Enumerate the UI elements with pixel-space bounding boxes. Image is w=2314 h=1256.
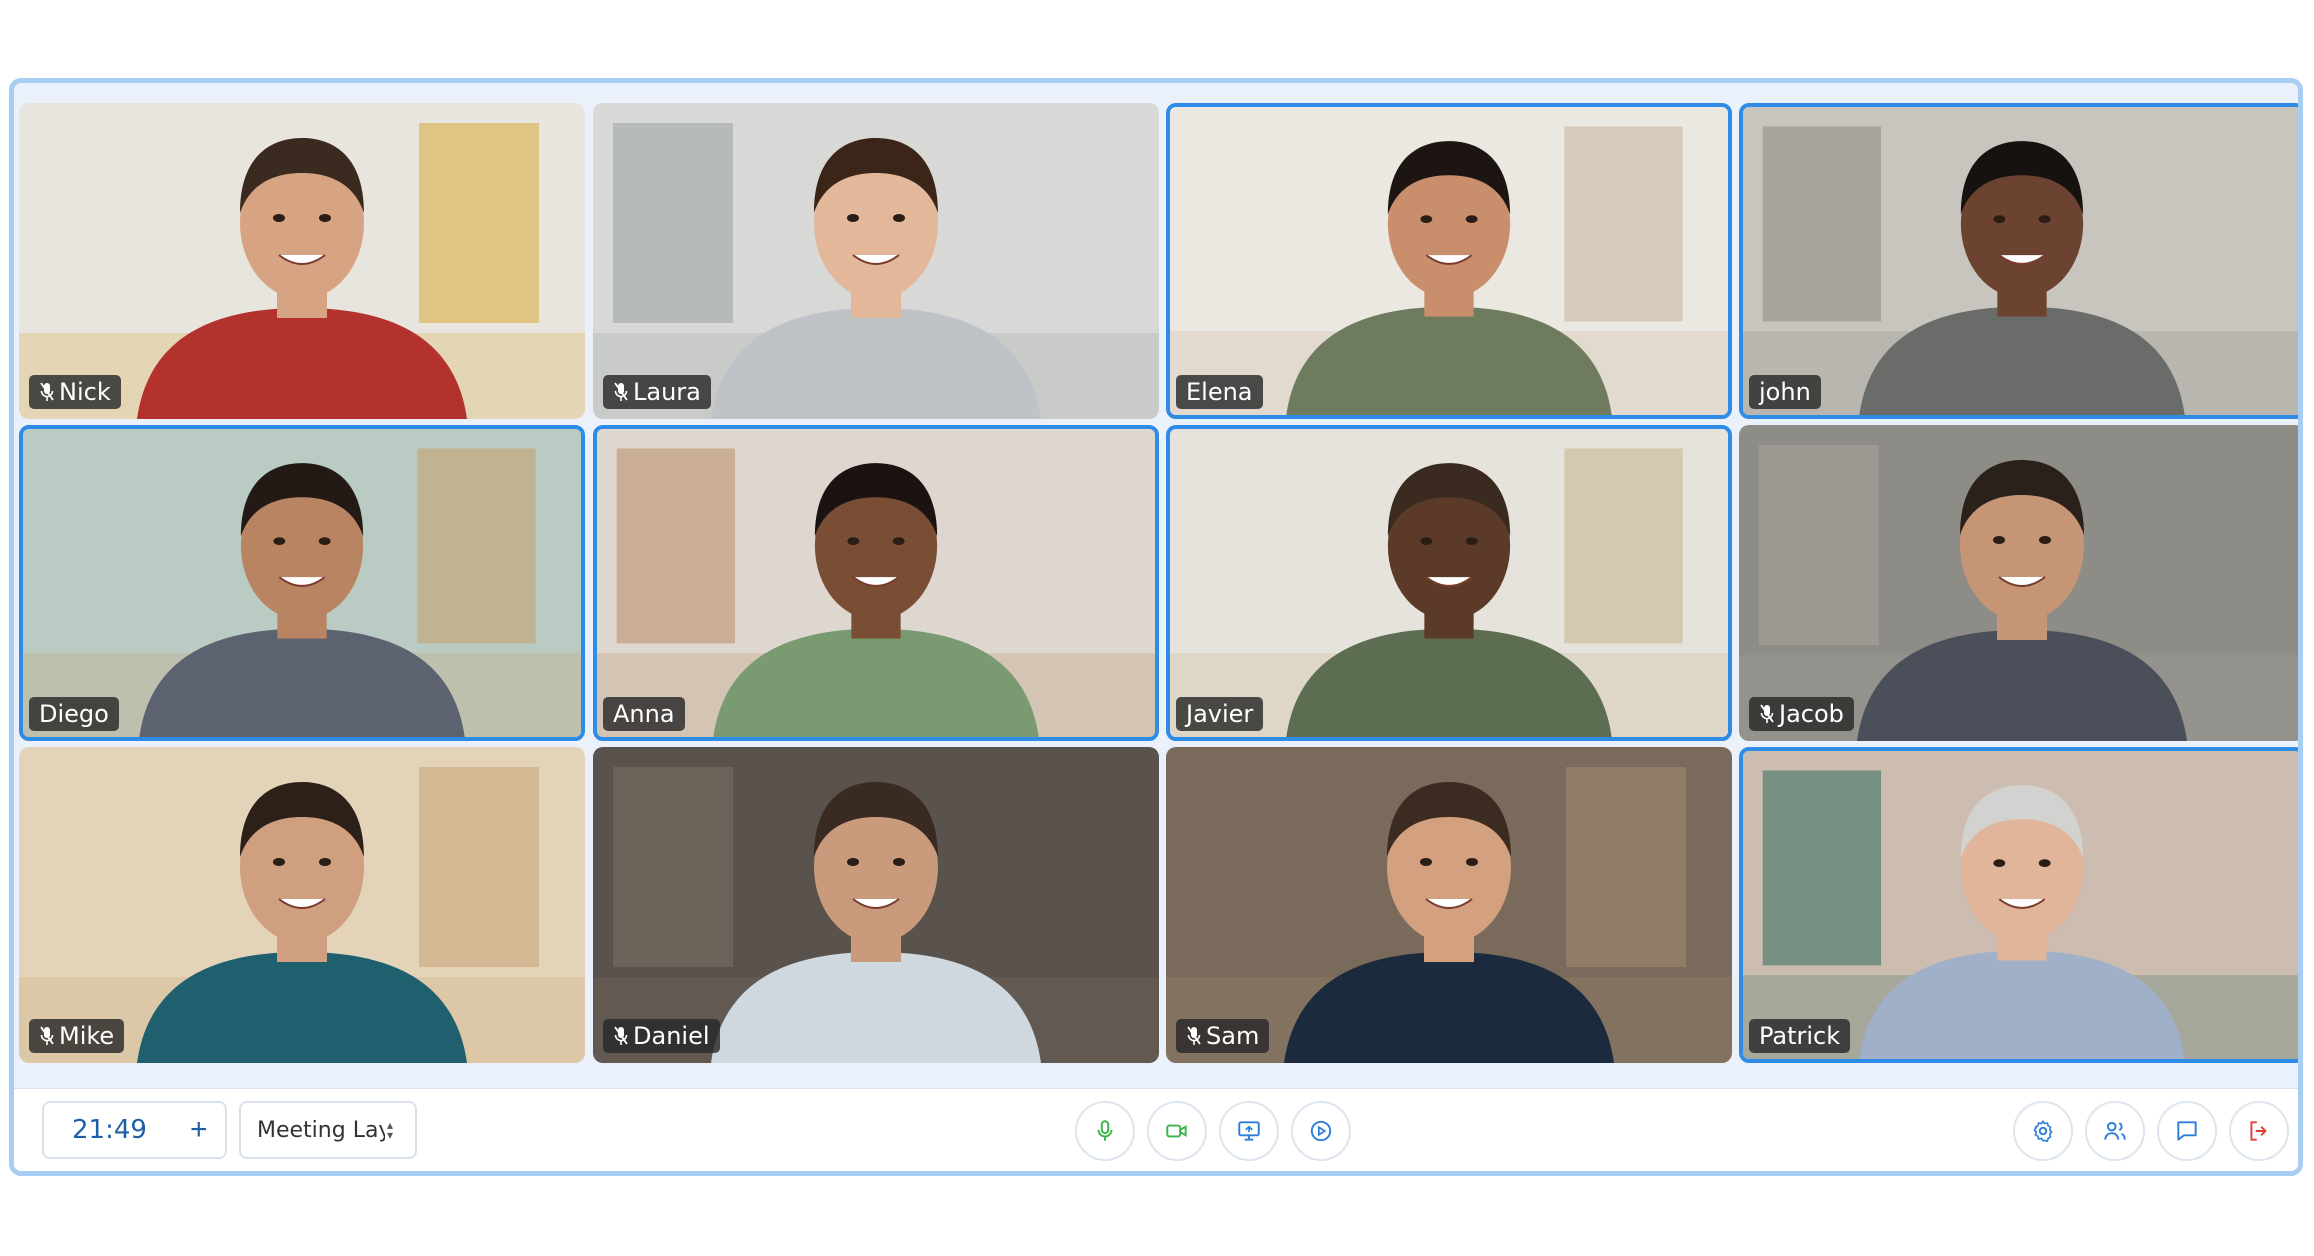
participant-name: Elena: [1186, 378, 1253, 406]
participant-video: [19, 747, 585, 1063]
participant-video: [1170, 107, 1728, 415]
chat-icon: [2177, 1121, 2197, 1141]
participant-tile[interactable]: Laura: [593, 103, 1159, 419]
muted-microphone-icon: [1760, 704, 1774, 723]
participant-tile[interactable]: Mike: [19, 747, 585, 1063]
participant-name-tag: Jacob: [1749, 697, 1854, 731]
participant-grid: Nick Laura Elena john Diego Anna Javier Jacob Mi…: [19, 103, 2298, 1067]
participant-name: Patrick: [1759, 1022, 1841, 1050]
participant-video: [593, 747, 1159, 1063]
timer-value: 21:49: [72, 1115, 147, 1145]
layout-select[interactable]: Meeting Layc ▴▾: [239, 1101, 417, 1159]
video-call-window: Nick Laura Elena john Diego Anna Javier Jacob Mi…: [9, 78, 2303, 1176]
participant-name-tag: Daniel: [603, 1019, 720, 1053]
participant-tile[interactable]: Anna: [593, 425, 1159, 741]
settings-icon: [2033, 1120, 2053, 1142]
settings-button[interactable]: [2013, 1101, 2073, 1161]
muted-microphone-icon: [1187, 1026, 1201, 1045]
add-time-button[interactable]: +: [190, 1113, 208, 1147]
record-icon: [1310, 1120, 1332, 1142]
participant-name: Sam: [1206, 1022, 1260, 1050]
meeting-timer: 21:49 +: [42, 1101, 227, 1159]
microphone-icon: [1097, 1120, 1113, 1141]
leave-button[interactable]: [2229, 1101, 2289, 1161]
muted-microphone-icon: [614, 382, 628, 401]
participant-video: [1166, 747, 1732, 1063]
participant-name-tag: Mike: [29, 1019, 125, 1053]
participant-name-tag: Diego: [29, 697, 119, 731]
participant-video: [23, 429, 581, 737]
participant-name-tag: Nick: [29, 375, 121, 409]
muted-microphone-icon: [40, 1026, 54, 1045]
participant-name: Mike: [59, 1022, 115, 1050]
participant-name-tag: Anna: [603, 697, 685, 731]
participant-name: Diego: [39, 700, 109, 728]
participant-video: [597, 429, 1155, 737]
participant-name: john: [1759, 378, 1811, 406]
participant-video: [593, 103, 1159, 419]
chat-button[interactable]: [2157, 1101, 2217, 1161]
participant-video: [1170, 429, 1728, 737]
participant-tile[interactable]: Sam: [1166, 747, 1732, 1063]
layout-select-value: Meeting Layc: [257, 1117, 385, 1143]
participant-video: [1739, 425, 2298, 741]
participant-tile[interactable]: Jacob: [1739, 425, 2298, 741]
meeting-toolbar: 21:49 + Meeting Layc ▴▾: [14, 1088, 2298, 1171]
camera-icon: [1166, 1124, 1187, 1138]
participant-name: Javier: [1186, 700, 1254, 728]
screen-share-icon: [1238, 1121, 1260, 1141]
participant-tile[interactable]: john: [1739, 103, 2298, 419]
participant-name: Jacob: [1779, 700, 1844, 728]
participant-video: [1743, 107, 2298, 415]
record-button[interactable]: [1291, 1101, 1351, 1161]
participant-tile[interactable]: Elena: [1166, 103, 1732, 419]
participant-name-tag: Elena: [1176, 375, 1263, 409]
participant-name: Daniel: [633, 1022, 710, 1050]
participant-name: Anna: [613, 700, 675, 728]
camera-button[interactable]: [1147, 1101, 1207, 1161]
participant-name-tag: Patrick: [1749, 1019, 1851, 1053]
participant-tile[interactable]: Javier: [1166, 425, 1732, 741]
participant-tile[interactable]: Patrick: [1739, 747, 2298, 1063]
participant-video: [1743, 751, 2298, 1059]
participant-tile[interactable]: Diego: [19, 425, 585, 741]
participant-name-tag: john: [1749, 375, 1821, 409]
muted-microphone-icon: [614, 1026, 628, 1045]
participants-icon: [2104, 1121, 2126, 1140]
screen-share-button[interactable]: [1219, 1101, 1279, 1161]
participant-name: Nick: [59, 378, 111, 406]
select-arrows-icon: ▴ ▾: [387, 1118, 394, 1142]
participant-name-tag: Sam: [1176, 1019, 1270, 1053]
participant-name: Laura: [633, 378, 701, 406]
muted-microphone-icon: [40, 382, 54, 401]
participant-video: [19, 103, 585, 419]
participant-name-tag: Laura: [603, 375, 711, 409]
participants-button[interactable]: [2085, 1101, 2145, 1161]
participant-name-tag: Javier: [1176, 697, 1264, 731]
microphone-button[interactable]: [1075, 1101, 1135, 1161]
participant-tile[interactable]: Daniel: [593, 747, 1159, 1063]
leave-icon: [2250, 1121, 2267, 1141]
participant-tile[interactable]: Nick: [19, 103, 585, 419]
